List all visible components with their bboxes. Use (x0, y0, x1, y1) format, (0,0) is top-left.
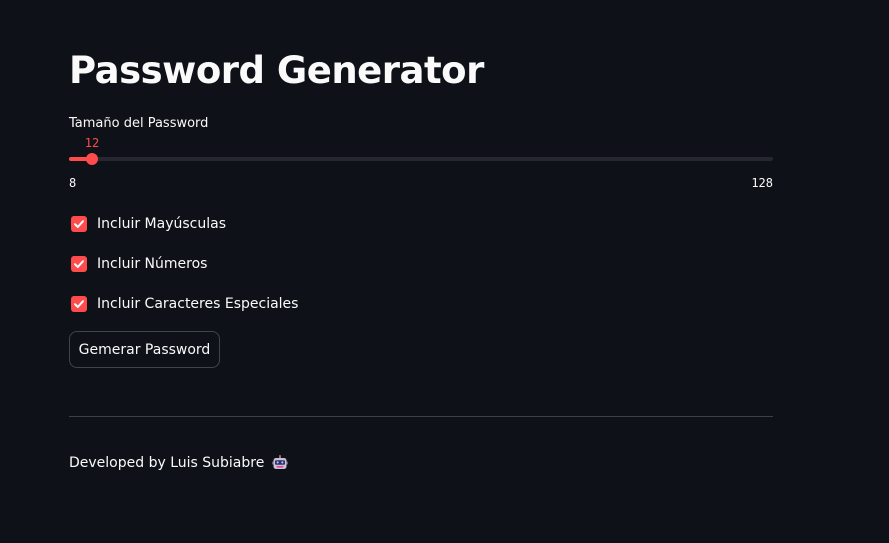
footer-text: Developed by Luis Subiabre (69, 455, 265, 471)
slider-current-value: 12 (84, 136, 100, 150)
robot-icon (272, 455, 289, 471)
checkbox-special-characters[interactable]: Incluir Caracteres Especiales (69, 293, 298, 315)
checkbox-label: Incluir Caracteres Especiales (97, 296, 299, 312)
page-title: Password Generator (69, 49, 484, 92)
generate-password-button[interactable]: Gemerar Password (69, 331, 220, 368)
slider-max-label: 128 (751, 176, 773, 190)
checkbox-checked-icon[interactable] (71, 296, 87, 312)
slider-thumb[interactable] (86, 153, 98, 165)
footer: Developed by Luis Subiabre (69, 453, 289, 473)
checkbox-label: Incluir Mayúsculas (97, 216, 227, 232)
checkbox-label: Incluir Números (97, 256, 208, 272)
slider-min-label: 8 (69, 176, 77, 190)
divider (69, 416, 773, 417)
checkbox-checked-icon[interactable] (71, 256, 87, 272)
checkbox-uppercase[interactable]: Incluir Mayúsculas (69, 213, 226, 235)
password-length-slider[interactable] (69, 153, 773, 165)
checkbox-checked-icon[interactable] (71, 216, 87, 232)
slider-label: Tamaño del Password (69, 116, 209, 131)
checkbox-numbers[interactable]: Incluir Números (69, 253, 207, 275)
